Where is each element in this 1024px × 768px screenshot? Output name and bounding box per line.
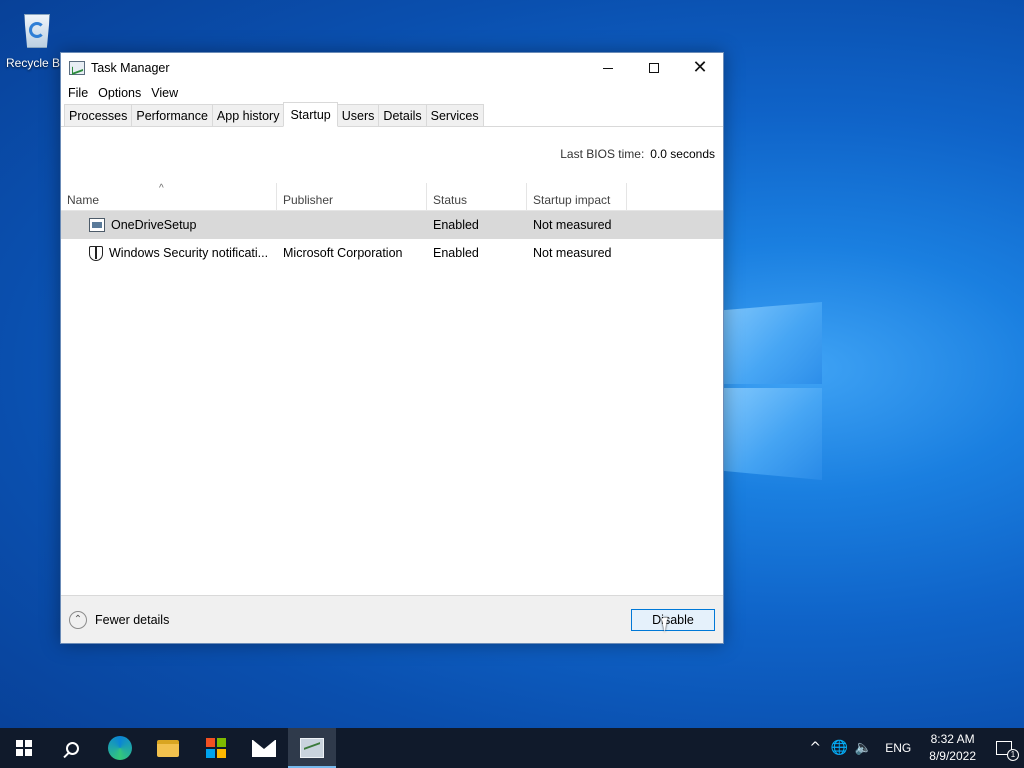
close-icon: ✕ xyxy=(692,57,708,78)
bios-time: Last BIOS time: 0.0 seconds xyxy=(560,147,715,161)
chevron-up-icon[interactable]: ^ xyxy=(803,740,827,756)
recycle-bin-shortcut[interactable]: Recycle Bin xyxy=(6,8,70,70)
table-header: ^ Name Publisher Status Startup impact xyxy=(61,183,723,211)
wallpaper-pane-top xyxy=(722,302,822,384)
column-header-publisher[interactable]: Publisher xyxy=(277,183,427,211)
table-row[interactable]: Windows Security notificati... Microsoft… xyxy=(61,239,723,267)
search-button[interactable] xyxy=(48,728,96,768)
folder-icon xyxy=(157,739,179,757)
clock-time: 8:32 AM xyxy=(930,732,975,746)
edge-browser-icon xyxy=(108,736,132,760)
tab-details[interactable]: Details xyxy=(378,104,427,126)
tab-processes[interactable]: Processes xyxy=(64,104,133,126)
cell-publisher: Microsoft Corporation xyxy=(283,246,403,260)
task-manager-taskbar-icon xyxy=(300,738,324,758)
recycle-bin-icon xyxy=(16,8,56,52)
action-center-button[interactable]: 1 xyxy=(984,728,1024,768)
windows-wallpaper-logo xyxy=(722,288,822,480)
maximize-button[interactable] xyxy=(631,53,677,83)
column-header-name[interactable]: Name xyxy=(61,183,277,211)
task-manager-icon xyxy=(69,61,85,75)
cell-status: Enabled xyxy=(433,246,479,260)
column-header-startup-impact[interactable]: Startup impact xyxy=(527,183,627,211)
cell-startup-impact: Not measured xyxy=(533,218,612,232)
title-bar[interactable]: Task Manager ✕ xyxy=(61,53,723,83)
tab-startup[interactable]: Startup xyxy=(283,102,338,127)
windows-start-icon xyxy=(16,740,32,756)
cell-startup-impact: Not measured xyxy=(533,246,612,260)
minimize-button[interactable] xyxy=(585,53,631,83)
fewer-details-label: Fewer details xyxy=(95,612,170,627)
search-icon xyxy=(65,741,79,755)
menu-bar: File Options View xyxy=(61,83,723,103)
window-controls: ✕ xyxy=(585,53,723,83)
notification-count-badge: 1 xyxy=(1007,749,1019,761)
maximize-icon xyxy=(649,63,659,73)
wallpaper-pane-bottom xyxy=(722,388,822,480)
tab-performance[interactable]: Performance xyxy=(131,104,213,126)
cell-status: Enabled xyxy=(433,218,479,232)
cell-name: OneDriveSetup xyxy=(61,218,277,232)
tab-app-history[interactable]: App history xyxy=(211,104,285,126)
taskbar: ^ 🌐 🔈 ENG 8:32 AM 8/9/2022 1 xyxy=(0,728,1024,768)
recycle-bin-label: Recycle Bin xyxy=(6,56,70,70)
minimize-icon xyxy=(603,67,613,69)
bios-time-value: 0.0 seconds xyxy=(650,147,715,161)
footer-bar: ⌃ Fewer details Disable xyxy=(61,595,723,643)
taskbar-edge[interactable] xyxy=(96,728,144,768)
table-row[interactable]: OneDriveSetup Enabled Not measured xyxy=(61,211,723,239)
app-window-icon xyxy=(89,218,105,232)
fewer-details-toggle[interactable]: ⌃ Fewer details xyxy=(69,610,170,629)
tab-users[interactable]: Users xyxy=(336,104,380,126)
tab-services[interactable]: Services xyxy=(425,104,484,126)
clock-date: 8/9/2022 xyxy=(929,749,976,763)
store-icon xyxy=(206,738,226,758)
system-tray: ^ 🌐 🔈 ENG 8:32 AM 8/9/2022 1 xyxy=(803,728,1024,768)
startup-table: ^ Name Publisher Status Startup impact O… xyxy=(61,183,723,267)
chevron-up-icon: ⌃ xyxy=(69,610,87,629)
taskbar-mail[interactable] xyxy=(240,728,288,768)
volume-muted-icon[interactable]: 🔈 xyxy=(851,740,875,756)
notification-icon: 1 xyxy=(996,741,1019,761)
row-name-text: OneDriveSetup xyxy=(111,218,197,232)
row-name-text: Windows Security notificati... xyxy=(109,246,269,260)
start-button[interactable] xyxy=(0,728,48,768)
shield-icon xyxy=(89,245,103,261)
bios-time-label: Last BIOS time: xyxy=(560,147,645,161)
task-manager-window: Task Manager ✕ File Options View Process… xyxy=(60,52,724,644)
taskbar-store[interactable] xyxy=(192,728,240,768)
language-indicator[interactable]: ENG xyxy=(885,741,911,755)
taskbar-file-explorer[interactable] xyxy=(144,728,192,768)
close-button[interactable]: ✕ xyxy=(677,53,723,83)
window-title: Task Manager xyxy=(91,61,170,75)
clock[interactable]: 8:32 AM 8/9/2022 xyxy=(929,731,976,765)
cell-name: Windows Security notificati... xyxy=(61,245,277,261)
mouse-cursor-icon xyxy=(661,615,677,633)
menu-file[interactable]: File xyxy=(63,86,93,100)
startup-panel: Last BIOS time: 0.0 seconds ^ Name Publis… xyxy=(61,127,723,595)
tab-strip: Processes Performance App history Startu… xyxy=(61,102,723,127)
column-header-status[interactable]: Status xyxy=(427,183,527,211)
menu-options[interactable]: Options xyxy=(93,86,146,100)
menu-view[interactable]: View xyxy=(146,86,183,100)
network-icon[interactable]: 🌐 xyxy=(827,740,851,756)
taskbar-task-manager[interactable] xyxy=(288,728,336,768)
mail-icon xyxy=(252,739,276,757)
